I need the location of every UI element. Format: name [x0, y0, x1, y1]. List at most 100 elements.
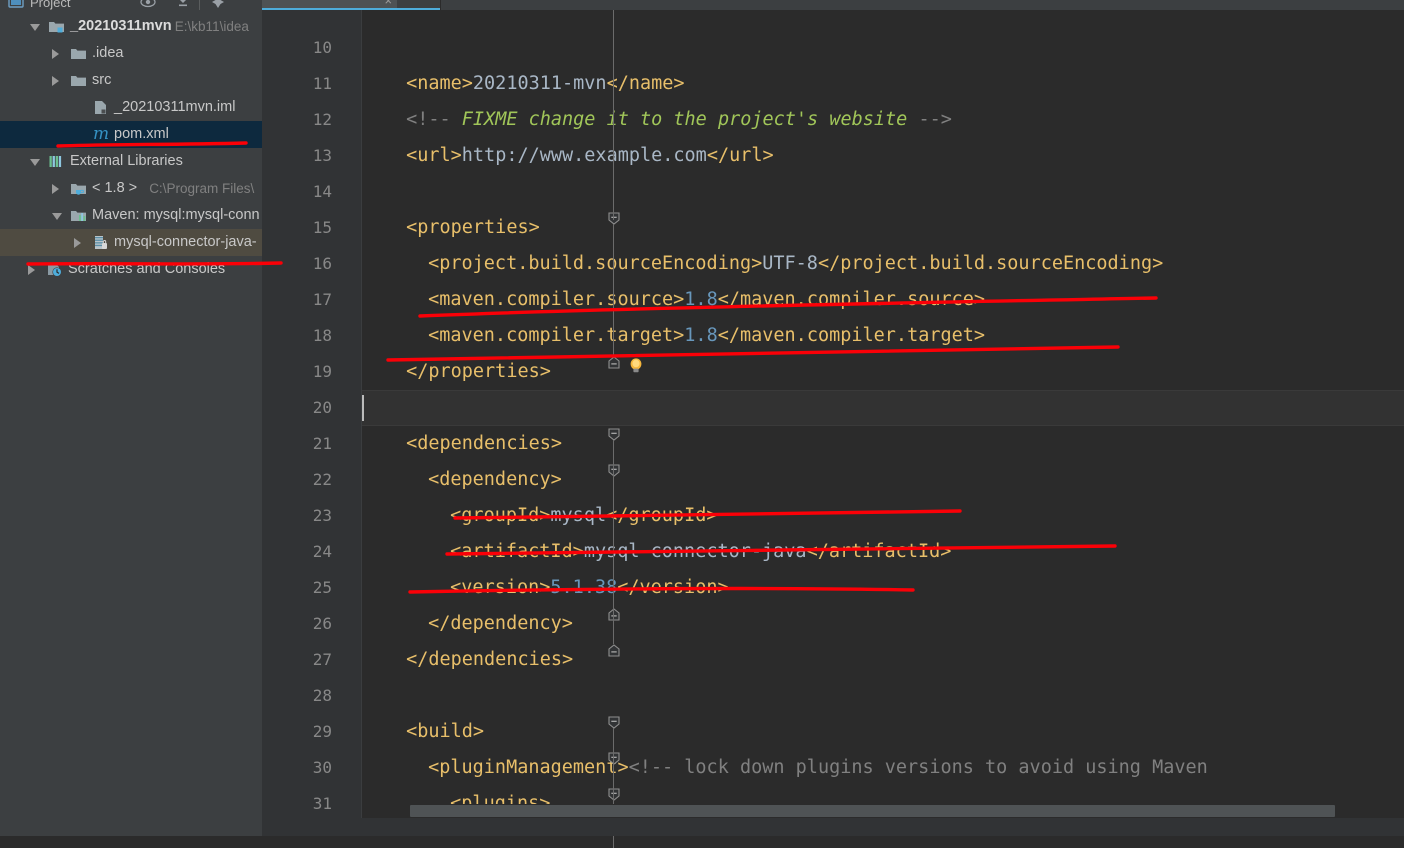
editor-bottom-strip	[262, 818, 1404, 836]
chevron-down-icon[interactable]	[30, 159, 40, 166]
code-token: <version>	[450, 577, 551, 598]
tree-item-label: src	[92, 72, 112, 88]
code-line[interactable]: <!-- FIXME change it to the project's we…	[406, 102, 952, 138]
code-token: </groupId>	[606, 505, 718, 526]
code-line[interactable]: </properties>	[406, 354, 551, 390]
tree-item-scratches-and-consoles[interactable]: Scratches and Consoles	[0, 256, 262, 283]
chevron-down-icon[interactable]	[30, 24, 40, 31]
tree-item-maven-mysql-mysql-conn[interactable]: Maven: mysql:mysql-conn	[0, 202, 262, 229]
code-token: mysql	[550, 505, 607, 526]
code-line[interactable]: <properties>	[406, 210, 540, 246]
tab-divider	[440, 0, 441, 10]
code-line[interactable]: </dependencies>	[406, 642, 573, 678]
code-line[interactable]: <groupId>mysql</groupId>	[450, 498, 717, 534]
code-line[interactable]: <dependency>	[428, 462, 562, 498]
collapse-all-icon[interactable]	[175, 0, 191, 10]
fold-start-icon[interactable]	[608, 716, 620, 729]
code-line[interactable]: <build>	[406, 714, 484, 750]
tree-item-label: External Libraries	[70, 153, 183, 169]
tree-item-label: < 1.8 >	[92, 180, 138, 196]
code-line[interactable]: <artifactId>mysql-connector-java</artifa…	[450, 534, 951, 570]
code-token: <build>	[406, 721, 485, 742]
tree-item-label: Maven: mysql:mysql-conn	[92, 207, 260, 223]
tree-item-label: mysql-connector-java-	[114, 234, 257, 250]
code-token: <url>	[406, 145, 462, 166]
line-number: 15	[312, 218, 332, 237]
code-line[interactable]: <url>http://www.example.com</url>	[406, 138, 774, 174]
tree-item-pom-xml[interactable]: m pom.xml	[0, 121, 262, 148]
code-line[interactable]: </dependency>	[428, 606, 573, 642]
code-token: </maven.compiler.target>	[717, 325, 986, 346]
tree-item-external-libraries[interactable]: External Libraries	[0, 148, 262, 175]
editor-gutter[interactable]	[262, 10, 362, 836]
tree-item-mysql-connector-java[interactable]: mysql-connector-java-	[0, 229, 262, 256]
line-number: 12	[312, 110, 332, 129]
code-line[interactable]: <pluginManagement><!-- lock down plugins…	[428, 750, 1208, 786]
chevron-right-icon[interactable]	[28, 265, 35, 275]
code-line[interactable]: <maven.compiler.source>1.8</maven.compil…	[428, 282, 985, 318]
code-token: http://www.example.com	[461, 145, 707, 166]
tree-item-label: pom.xml	[114, 126, 169, 142]
eye-icon[interactable]	[140, 0, 156, 10]
project-tool-window: Project _20210311mvn E:\kb11\idea .idea …	[0, 0, 262, 836]
pin-icon[interactable]	[210, 0, 226, 10]
code-token: </properties>	[406, 361, 551, 382]
code-token: </artifactId>	[806, 541, 952, 562]
code-line[interactable]: <name>20210311-mvn</name>	[406, 66, 684, 102]
tree-item-label: .idea	[92, 45, 124, 61]
module-folder-icon	[48, 18, 65, 35]
intellij-idea-window: Project _20210311mvn E:\kb11\idea .idea …	[0, 0, 1404, 848]
chevron-right-icon[interactable]	[52, 184, 59, 194]
code-token: FIXME change it to the project's website	[461, 109, 908, 130]
maven-m-icon: m	[93, 124, 110, 144]
code-line[interactable]: <project.build.sourceEncoding>UTF-8</pro…	[428, 246, 1163, 282]
code-token: <properties>	[406, 217, 540, 238]
code-token: </dependency>	[428, 613, 573, 634]
fold-start-icon[interactable]	[608, 428, 620, 441]
code-token: 5.1.38	[550, 577, 618, 598]
project-tree[interactable]: _20210311mvn E:\kb11\idea .idea src _2021031…	[0, 13, 262, 283]
horizontal-scrollbar[interactable]	[362, 804, 1404, 818]
chevron-right-icon[interactable]	[74, 238, 81, 248]
code-token: 20210311-mvn	[472, 73, 607, 94]
folder-icon	[70, 72, 87, 89]
toolbar-separator	[199, 0, 200, 10]
tree-item-20210311mvn-iml[interactable]: _20210311mvn.iml	[0, 94, 262, 121]
line-number: 19	[312, 362, 332, 381]
code-token: UTF-8	[762, 253, 818, 274]
code-token: 1.8	[684, 325, 718, 346]
text-caret	[362, 395, 364, 421]
code-line[interactable]: <maven.compiler.target>1.8</maven.compil…	[428, 318, 985, 354]
line-number: 28	[312, 686, 332, 705]
horizontal-scrollbar-thumb[interactable]	[410, 805, 1335, 817]
iml-file-icon	[92, 99, 109, 116]
tree-item-label: Scratches and Consoles	[68, 261, 226, 277]
chevron-down-icon[interactable]	[52, 213, 62, 220]
code-line[interactable]: <version>5.1.38</version>	[450, 570, 728, 606]
project-view-icon[interactable]	[8, 0, 24, 10]
fold-end-icon[interactable]	[608, 644, 620, 657]
line-number: 18	[312, 326, 332, 345]
project-tool-window-title: Project	[30, 0, 71, 10]
line-number: 23	[312, 506, 332, 525]
chevron-right-icon[interactable]	[52, 76, 59, 86]
line-number: 24	[312, 542, 332, 561]
tree-item-src[interactable]: src	[0, 67, 262, 94]
code-token: <dependency>	[428, 469, 562, 490]
tree-item-1-8[interactable]: < 1.8 > C:\Program Files\	[0, 175, 262, 202]
tree-item-label: _20210311mvn	[70, 18, 172, 34]
code-content[interactable]: <name>20210311-mvn</name> <!-- FIXME chan…	[362, 10, 1404, 836]
chevron-right-icon[interactable]	[52, 49, 59, 59]
tree-item-20210311mvn[interactable]: _20210311mvn E:\kb11\idea	[0, 13, 262, 40]
line-number: 30	[312, 758, 332, 777]
caret-line-highlight	[362, 390, 1404, 426]
line-number: 16	[312, 254, 332, 273]
tree-item-idea[interactable]: .idea	[0, 40, 262, 67]
code-token: -->	[907, 109, 952, 130]
intention-lightbulb-icon[interactable]	[628, 357, 644, 373]
code-token: </version>	[617, 577, 729, 598]
maven-lib-icon	[70, 207, 87, 224]
code-token: <dependencies>	[406, 433, 563, 454]
code-line[interactable]: <dependencies>	[406, 426, 562, 462]
fold-end-icon[interactable]	[608, 356, 620, 369]
